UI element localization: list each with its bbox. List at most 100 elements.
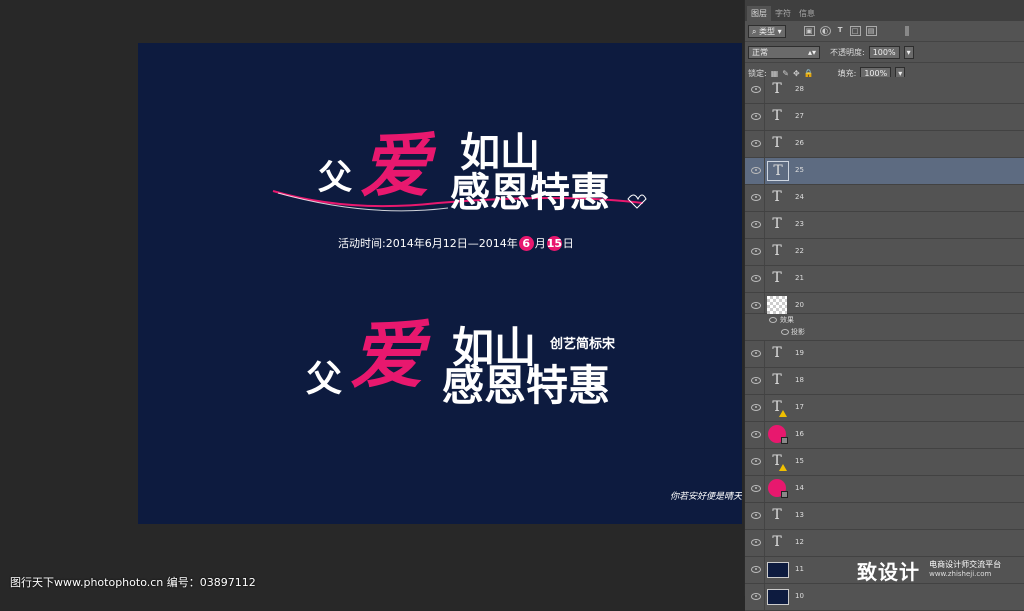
design2-char-ai: 爱 (350, 313, 424, 399)
visibility-eye-icon[interactable] (751, 275, 761, 282)
warning-icon (779, 410, 787, 417)
visibility-eye-icon[interactable] (751, 302, 761, 309)
filter-kind-label: 类型 (759, 26, 776, 36)
type-filter-icon[interactable]: T (836, 26, 845, 34)
effects-label: 效果 (780, 316, 794, 324)
visibility-eye-icon[interactable] (751, 539, 761, 546)
visibility-eye-icon[interactable] (751, 140, 761, 147)
adjust-filter-icon[interactable]: ◐ (819, 26, 831, 36)
layers-panel: 图层 字符 信息 ⌕ 类型 ▾ ▣ ◐ T □ ▤ 正常 ▴▾ 不透明度: 100… (744, 0, 1024, 611)
visibility-eye-icon[interactable] (751, 431, 761, 438)
layer-row[interactable]: T 28 (745, 77, 1024, 104)
layer-row[interactable]: T 24 (745, 185, 1024, 212)
row-divider (764, 185, 765, 211)
visibility-eye-icon[interactable] (751, 350, 761, 357)
layer-row[interactable]: T 17 (745, 395, 1024, 422)
layer-row[interactable]: T 21 (745, 266, 1024, 293)
effect-row[interactable]: 投影 (745, 326, 1024, 341)
filter-kind-select[interactable]: ⌕ 类型 ▾ (748, 24, 786, 38)
visibility-eye-icon[interactable] (751, 248, 761, 255)
visibility-eye-icon[interactable] (751, 485, 761, 492)
layer-row[interactable]: 14 (745, 476, 1024, 503)
layer-name: 24 (795, 193, 804, 201)
row-divider (764, 77, 765, 103)
row-divider (764, 422, 765, 448)
opacity-input[interactable]: 100% (868, 45, 900, 59)
row-divider (764, 212, 765, 238)
smart-object-icon (781, 437, 788, 444)
layer-row[interactable]: T 27 (745, 104, 1024, 131)
filter-bar: ⌕ 类型 ▾ ▣ ◐ T □ ▤ (745, 21, 1024, 42)
layer-row[interactable]: T 13 (745, 503, 1024, 530)
layer-name: 14 (795, 484, 804, 492)
filter-toggle[interactable] (905, 26, 909, 36)
text-layer-icon: T (772, 270, 782, 286)
layer-row[interactable]: T 23 (745, 212, 1024, 239)
design1-char-ganen: 感恩特惠 (450, 169, 610, 216)
tab-character[interactable]: 字符 (771, 6, 795, 21)
text-layer-icon: T (772, 108, 782, 124)
layer-row[interactable]: T 26 (745, 131, 1024, 158)
layer-row[interactable]: 20 (745, 293, 1024, 314)
layer-name: 23 (795, 220, 804, 228)
layer-name: 21 (795, 274, 804, 282)
visibility-eye-icon[interactable] (751, 113, 761, 120)
layer-row[interactable]: T 18 (745, 368, 1024, 395)
blend-mode-value: 正常 (752, 47, 768, 57)
text-layer-icon: T (772, 507, 782, 523)
visibility-eye-icon[interactable] (751, 566, 761, 573)
visibility-eye-icon[interactable] (751, 167, 761, 174)
layer-name: 12 (795, 538, 804, 546)
design2-char-fu: 父 (306, 358, 343, 400)
layer-row[interactable]: T 22 (745, 239, 1024, 266)
watermark-left: 图行天下www.photophoto.cn 编号：03897112 (10, 576, 256, 589)
visibility-eye-icon[interactable] (751, 377, 761, 384)
visibility-eye-icon[interactable] (751, 86, 761, 93)
row-divider (764, 584, 765, 610)
visibility-eye-icon[interactable] (751, 404, 761, 411)
smart-object-icon (781, 491, 788, 498)
visibility-eye-icon[interactable] (751, 512, 761, 519)
layer-row[interactable]: 16 (745, 422, 1024, 449)
smart-filter-icon[interactable]: ▤ (865, 26, 877, 36)
blend-mode-select[interactable]: 正常 ▴▾ (748, 45, 820, 59)
layer-thumbnail (767, 562, 789, 578)
text-layer-icon: T (772, 243, 782, 259)
opacity-dropdown[interactable]: ▾ (903, 45, 914, 59)
watermark-cn: 电商设计师交流平台 (929, 560, 1002, 569)
row-divider (764, 557, 765, 583)
effects-eye-icon[interactable] (769, 317, 777, 323)
visibility-eye-icon[interactable] (751, 593, 761, 600)
layer-name: 16 (795, 430, 804, 438)
layer-row[interactable]: T 25 (745, 158, 1024, 185)
effect-eye-icon[interactable] (781, 329, 789, 335)
layer-row[interactable]: T 15 (745, 449, 1024, 476)
row-divider (764, 503, 765, 529)
layer-row[interactable]: T 19 (745, 341, 1024, 368)
tab-layers[interactable]: 图层 (747, 6, 771, 21)
image-filter-icon[interactable]: ▣ (803, 26, 815, 36)
visibility-eye-icon[interactable] (751, 194, 761, 201)
design-canvas[interactable]: 父 爱 如山 感恩特惠 活动时间:2014年6月12日—2014年 6 月15日 父… (138, 43, 742, 524)
text-layer-icon: T (772, 216, 782, 232)
layer-name: 11 (795, 565, 804, 573)
visibility-eye-icon[interactable] (751, 221, 761, 228)
text-layer-icon: T (772, 372, 782, 388)
layer-name: 17 (795, 403, 804, 411)
layer-list: T 28 T 27 T 26 T 25 T 24 T 23 T 22 T 21 20 效果 投影 T 19 T 18 T 17 1… (745, 77, 1024, 611)
date-day-unit: 日 (562, 237, 574, 250)
layer-thumbnail (767, 296, 787, 314)
warning-icon (779, 464, 787, 471)
layer-name: 20 (795, 301, 804, 309)
shape-filter-icon[interactable]: □ (849, 26, 861, 36)
layer-row[interactable]: T 12 (745, 530, 1024, 557)
layer-name: 22 (795, 247, 804, 255)
text-layer-icon: T (772, 534, 782, 550)
effects-row[interactable]: 效果 (745, 314, 1024, 326)
tab-info[interactable]: 信息 (795, 6, 819, 21)
row-divider (764, 104, 765, 130)
row-divider (764, 368, 765, 394)
layer-row[interactable]: 10 (745, 584, 1024, 611)
design1-char-ai: 爱 (360, 124, 430, 207)
visibility-eye-icon[interactable] (751, 458, 761, 465)
